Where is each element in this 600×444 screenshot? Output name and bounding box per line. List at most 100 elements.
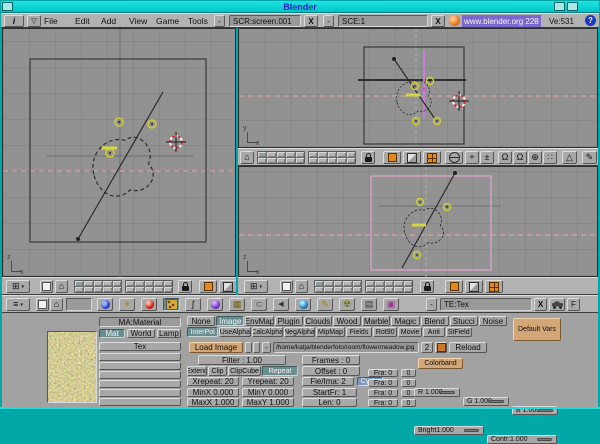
layer-cell[interactable] bbox=[126, 281, 134, 286]
empty-marker[interactable] bbox=[414, 199, 451, 259]
negalpha-button[interactable]: NegAlpha bbox=[284, 327, 315, 337]
image-browse-button[interactable] bbox=[245, 342, 252, 353]
layer-cell[interactable] bbox=[267, 152, 275, 157]
edit-buttons-button[interactable]: ▦ bbox=[229, 298, 245, 311]
layer-buttons[interactable] bbox=[308, 151, 356, 164]
texture-channel-empty[interactable] bbox=[99, 371, 181, 379]
full-window-button[interactable] bbox=[280, 280, 293, 293]
layer-cell[interactable] bbox=[103, 281, 111, 286]
menu-tools[interactable]: Tools bbox=[188, 16, 208, 26]
rotate-alt-button[interactable]: Ω bbox=[513, 151, 527, 164]
screen-close-button[interactable]: X bbox=[304, 15, 318, 27]
3d-cursor[interactable] bbox=[166, 132, 186, 152]
fra-number[interactable]: Fra: 0 bbox=[368, 369, 398, 377]
layer-cell[interactable] bbox=[375, 281, 383, 286]
context-lamp-button[interactable]: Lamp bbox=[157, 329, 181, 338]
layer-cell[interactable] bbox=[347, 158, 355, 163]
layer-cell[interactable] bbox=[309, 158, 317, 163]
layer-cell[interactable] bbox=[135, 287, 143, 292]
center-button[interactable]: ⊕ bbox=[528, 151, 542, 164]
startfr-number[interactable]: StartFr: 1 bbox=[302, 388, 357, 397]
scale-button[interactable]: ± bbox=[480, 151, 494, 164]
layer-cell[interactable] bbox=[103, 287, 111, 292]
home-button[interactable]: ⌂ bbox=[55, 280, 68, 293]
type-plugin-button[interactable]: Plugin bbox=[275, 316, 303, 326]
type-blend-button[interactable]: Blend bbox=[421, 316, 449, 326]
info-window-button[interactable]: i bbox=[4, 15, 24, 27]
layer-cell[interactable] bbox=[366, 287, 374, 292]
window-type-dropdown[interactable]: ≡ ▾ bbox=[6, 298, 30, 311]
pivot-dropdown[interactable] bbox=[485, 280, 503, 293]
layer-cell[interactable] bbox=[113, 281, 121, 286]
layer-cell[interactable] bbox=[154, 287, 162, 292]
lamp-line[interactable] bbox=[402, 173, 455, 268]
layer-cell[interactable] bbox=[286, 152, 294, 157]
layer-buttons[interactable] bbox=[74, 280, 122, 293]
layer-cell[interactable] bbox=[75, 281, 83, 286]
layer-cell[interactable] bbox=[318, 152, 326, 157]
lamp-buttons-button[interactable]: ☀ bbox=[119, 298, 135, 311]
maxy-number[interactable]: MaxY 1.000 bbox=[242, 398, 294, 407]
radiosity-buttons-button[interactable]: ☢ bbox=[339, 298, 355, 311]
len-number[interactable]: Len: 0 bbox=[302, 398, 357, 407]
full-window-button[interactable] bbox=[40, 280, 53, 293]
rotate-button[interactable]: Ω bbox=[498, 151, 512, 164]
lock-view-button[interactable] bbox=[420, 280, 434, 293]
type-image-button[interactable]: Image bbox=[216, 316, 244, 326]
texture-name-field[interactable]: TE:Tex bbox=[440, 298, 532, 311]
window-maximize-box[interactable] bbox=[554, 2, 565, 11]
sound-buttons-button[interactable]: ◀ bbox=[273, 298, 289, 311]
layer-cell[interactable] bbox=[84, 287, 92, 292]
title-bar[interactable]: Blender bbox=[1, 1, 599, 13]
face-select-button[interactable]: △ bbox=[562, 151, 577, 164]
menu-file[interactable]: File bbox=[44, 16, 58, 26]
frames-number[interactable]: Frames : 0 bbox=[302, 355, 360, 365]
layer-cell[interactable] bbox=[277, 158, 285, 163]
extend-button[interactable]: Extend bbox=[187, 366, 207, 376]
layer-buttons[interactable] bbox=[365, 280, 413, 293]
lock-view-button[interactable] bbox=[178, 280, 192, 293]
layer-cell[interactable] bbox=[258, 158, 266, 163]
window-shade-box[interactable] bbox=[567, 2, 578, 11]
fra-number[interactable]: Fra: 0 bbox=[368, 379, 398, 387]
context-world-button[interactable]: World bbox=[127, 329, 155, 338]
layer-cell[interactable] bbox=[328, 152, 336, 157]
texture-channel-button[interactable]: Tex bbox=[99, 342, 181, 351]
fra-sta-number[interactable]: 0 bbox=[401, 399, 416, 407]
texture-channel-empty[interactable] bbox=[99, 398, 181, 406]
default-vars-button[interactable]: Default Vars bbox=[513, 318, 561, 341]
drawtype-dropdown[interactable] bbox=[219, 280, 236, 293]
layer-cell[interactable] bbox=[258, 152, 266, 157]
layer-cell[interactable] bbox=[267, 158, 275, 163]
stfield-button[interactable]: StField bbox=[446, 327, 472, 337]
layer-cell[interactable] bbox=[385, 281, 393, 286]
menu-game[interactable]: Game bbox=[156, 16, 179, 26]
g-slider[interactable]: G 1.000 bbox=[463, 397, 509, 406]
home-button[interactable]: ⌂ bbox=[50, 298, 63, 311]
interpol-button[interactable]: InterPol bbox=[187, 327, 218, 337]
layer-buttons[interactable] bbox=[125, 280, 173, 293]
usealpha-button[interactable]: UseAlpha bbox=[219, 327, 250, 337]
type-envmap-button[interactable]: EnvMap bbox=[245, 316, 273, 326]
layer-cell[interactable] bbox=[84, 281, 92, 286]
rot90-button[interactable]: Rot90 bbox=[373, 327, 397, 337]
fields-button[interactable]: Fields bbox=[346, 327, 372, 337]
image-users-button[interactable]: 2 bbox=[421, 342, 433, 353]
layer-cell[interactable] bbox=[296, 158, 304, 163]
layer-cell[interactable] bbox=[277, 152, 285, 157]
script-buttons-button[interactable] bbox=[295, 298, 311, 311]
image-minus-button[interactable]: - bbox=[262, 342, 271, 353]
lamp-dot[interactable] bbox=[453, 171, 457, 175]
mipmap-button[interactable]: MipMap bbox=[316, 327, 345, 337]
knife-button[interactable]: ✎ bbox=[582, 151, 597, 164]
image-path-field[interactable]: /home/katja/blenderfoto/room/flowermeado… bbox=[273, 342, 419, 353]
layer-cell[interactable] bbox=[309, 152, 317, 157]
viewport-top[interactable]: y x bbox=[238, 28, 598, 148]
layer-cell[interactable] bbox=[318, 158, 326, 163]
material-buttons-button[interactable] bbox=[141, 298, 157, 311]
minx-number[interactable]: MinX 0.000 bbox=[187, 388, 239, 397]
contrast-slider[interactable]: Contr:1.000 bbox=[487, 435, 557, 444]
shading-dropdown[interactable] bbox=[445, 151, 463, 164]
menu-edit[interactable]: Edit bbox=[75, 16, 90, 26]
layer-cell[interactable] bbox=[334, 287, 342, 292]
